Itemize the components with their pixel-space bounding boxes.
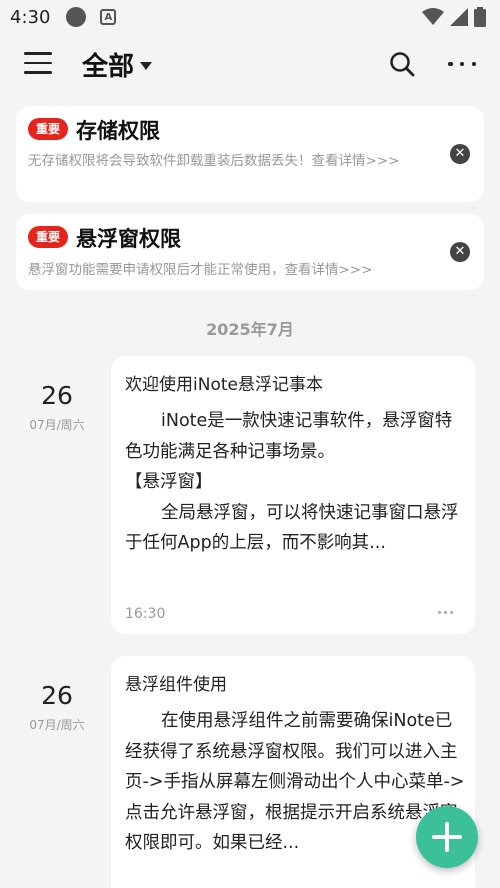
category-selector[interactable]: 全部 bbox=[82, 46, 153, 83]
notice-title: 存储权限 bbox=[76, 119, 160, 143]
notice-float-permission[interactable]: 重要 悬浮窗权限 悬浮窗功能需要申请权限后才能正常使用，查看详情>>> ✕ bbox=[16, 214, 484, 290]
note-title: 悬浮组件使用 bbox=[125, 675, 227, 695]
date-sub: 07月/周六 bbox=[29, 418, 85, 432]
note-title: 欢迎使用iNote悬浮记事本 bbox=[125, 375, 323, 395]
notification-dot-icon bbox=[66, 7, 87, 27]
date-day: 26 bbox=[41, 681, 73, 710]
note-paragraph: 全局悬浮窗，可以将快速记事窗口悬浮于任何App的上层，而不影响其... bbox=[125, 502, 459, 554]
important-badge: 重要 bbox=[28, 226, 68, 248]
close-icon[interactable]: ✕ bbox=[450, 144, 470, 164]
close-icon[interactable]: ✕ bbox=[450, 242, 470, 262]
more-options-icon[interactable] bbox=[448, 50, 476, 78]
search-icon[interactable] bbox=[388, 50, 416, 78]
menu-icon[interactable] bbox=[24, 52, 52, 78]
note-date: 26 07月/周六 bbox=[16, 381, 98, 433]
important-badge: 重要 bbox=[28, 118, 68, 140]
wifi-icon bbox=[422, 8, 444, 25]
note-paragraph: 【悬浮窗】 bbox=[125, 472, 213, 492]
month-header: 2025年7月 bbox=[206, 320, 294, 339]
battery-icon bbox=[474, 7, 486, 27]
note-more-icon[interactable] bbox=[438, 611, 453, 614]
note-date: 26 07月/周六 bbox=[16, 681, 98, 733]
notice-storage-permission[interactable]: 重要 存储权限 无存储权限将会导致软件卸载重装后数据丢失！查看详情>>> ✕ bbox=[16, 106, 484, 202]
notice-description: 无存储权限将会导致软件卸载重装后数据丢失！查看详情>>> bbox=[28, 153, 400, 169]
note-time: 16:30 bbox=[125, 606, 166, 622]
status-time: 4:30 bbox=[10, 6, 51, 28]
app-bar: 全部 bbox=[0, 40, 500, 90]
signal-icon bbox=[450, 8, 468, 26]
note-paragraph: 在使用悬浮组件之前需要确保iNote已经获得了系统悬浮窗权限。我们可以进入主页-… bbox=[125, 711, 465, 853]
date-sub: 07月/周六 bbox=[29, 718, 85, 732]
page-title: 全部 bbox=[82, 52, 135, 82]
note-card[interactable]: 欢迎使用iNote悬浮记事本 iNote是一款快速记事软件，悬浮窗特色功能满足各… bbox=[111, 356, 475, 634]
note-preview: 在使用悬浮组件之前需要确保iNote已经获得了系统悬浮窗权限。我们可以进入主页-… bbox=[125, 706, 465, 859]
note-paragraph: iNote是一款快速记事软件，悬浮窗特色功能满足各种记事场景。 bbox=[125, 411, 453, 462]
status-bar: 4:30 A bbox=[0, 0, 500, 34]
add-note-button[interactable] bbox=[416, 806, 478, 868]
notification-a-icon: A bbox=[100, 9, 117, 25]
note-preview: iNote是一款快速记事软件，悬浮窗特色功能满足各种记事场景。 【悬浮窗】 全局… bbox=[125, 406, 465, 559]
date-day: 26 bbox=[41, 381, 73, 410]
notice-description: 悬浮窗功能需要申请权限后才能正常使用，查看详情>>> bbox=[28, 262, 373, 278]
caret-down-icon bbox=[140, 61, 153, 70]
status-icons bbox=[422, 7, 486, 27]
notice-title: 悬浮窗权限 bbox=[76, 227, 181, 251]
